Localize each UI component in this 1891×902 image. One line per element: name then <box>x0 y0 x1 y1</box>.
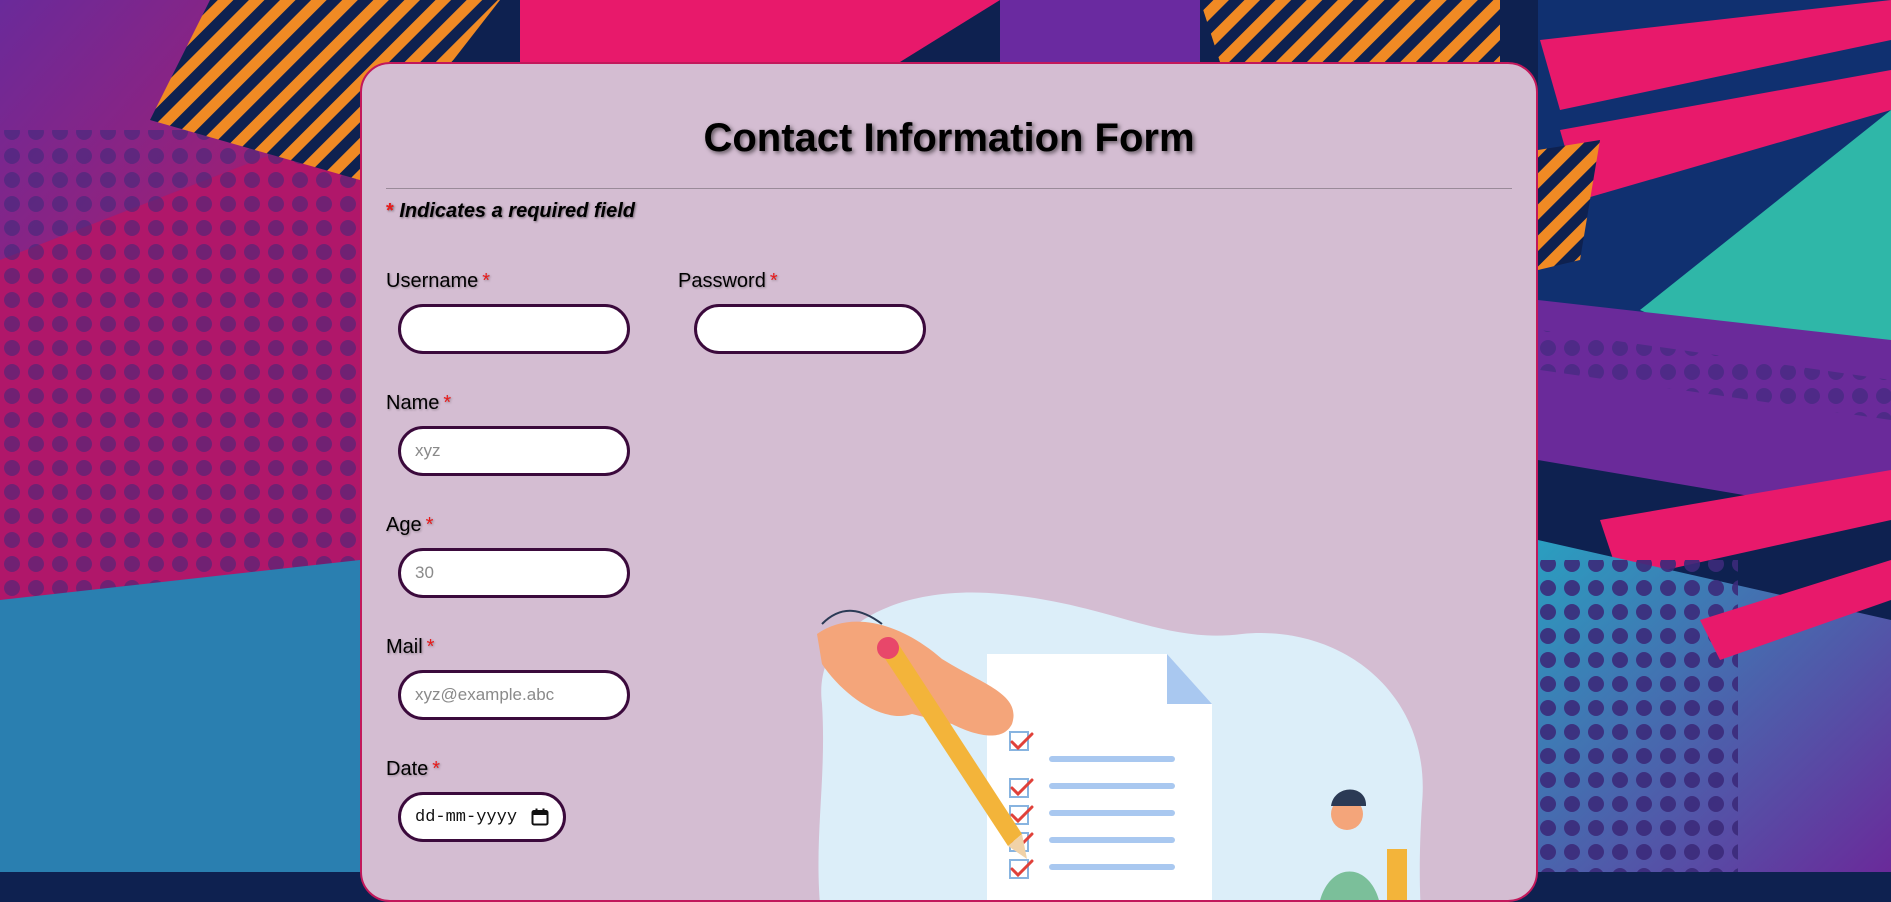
password-label: Password* <box>678 270 778 293</box>
password-label-text: Password <box>678 270 766 292</box>
mail-label-text: Mail <box>386 636 423 658</box>
required-marker: * <box>443 392 451 414</box>
form-title: Contact Information Form <box>362 116 1536 161</box>
name-label: Name* <box>386 392 451 415</box>
required-note: * Indicates a required field <box>386 200 635 223</box>
date-label: Date* <box>386 758 440 781</box>
required-marker: * <box>426 514 434 536</box>
age-label: Age* <box>386 514 433 537</box>
required-marker: * <box>482 270 490 292</box>
required-marker: * <box>770 270 778 292</box>
mail-label: Mail* <box>386 636 434 659</box>
checklist-illustration <box>782 584 1452 902</box>
required-note-text: Indicates a required field <box>399 200 635 222</box>
age-label-text: Age <box>386 514 422 536</box>
name-label-text: Name <box>386 392 439 414</box>
name-input[interactable] <box>398 426 630 476</box>
username-label-text: Username <box>386 270 478 292</box>
document-icon <box>987 654 1212 902</box>
username-input[interactable] <box>398 304 630 354</box>
username-label: Username* <box>386 270 490 293</box>
title-divider <box>386 188 1512 189</box>
date-value: dd-mm-yyyy <box>415 808 517 827</box>
required-marker: * <box>386 200 394 222</box>
password-input[interactable] <box>694 304 926 354</box>
contact-form-card: Contact Information Form * Indicates a r… <box>360 62 1538 902</box>
mail-input[interactable] <box>398 670 630 720</box>
age-input[interactable] <box>398 548 630 598</box>
required-marker: * <box>427 636 435 658</box>
date-label-text: Date <box>386 758 428 780</box>
calendar-icon[interactable] <box>531 808 549 826</box>
date-input[interactable]: dd-mm-yyyy <box>398 792 566 842</box>
required-marker: * <box>432 758 440 780</box>
